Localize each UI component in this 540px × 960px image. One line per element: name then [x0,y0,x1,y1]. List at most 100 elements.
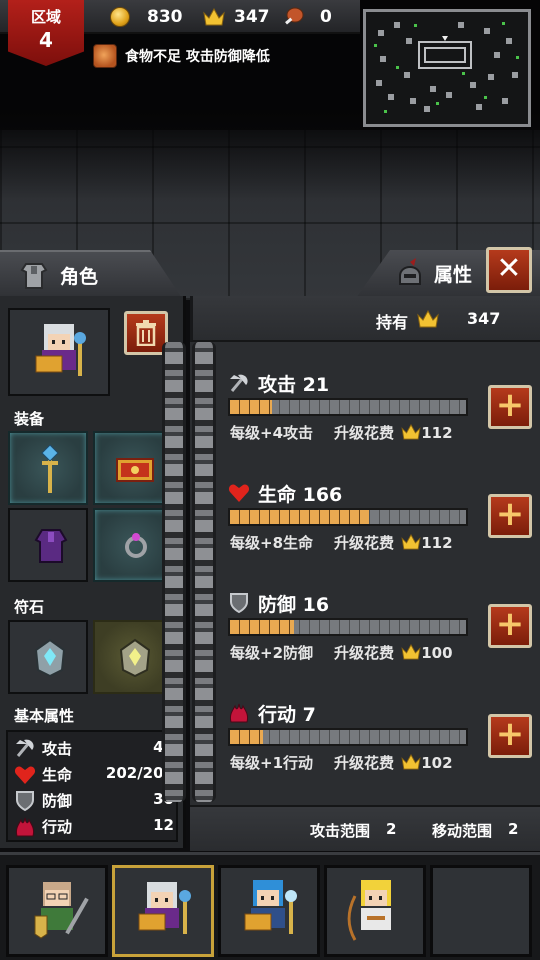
region-number: 4 [39,28,53,52]
coin-count: 830 [147,7,183,27]
attribute-progress-bar [228,508,468,526]
attribute-title: 行动 7 [258,704,316,726]
crowns-held-bar: 持有 347 [190,296,540,342]
food-count: 0 [320,7,332,27]
game-scene: 区域 4 830 347 0 食物不足 攻击防御降低 角色 属性 ✕ 装备 符石… [0,0,540,960]
chain-right [192,342,216,802]
upgrade-defense-button[interactable]: + [488,604,532,648]
tab-character-label: 角色 [60,266,99,288]
cost-value: 112 [421,534,453,552]
meat-icon [93,44,117,68]
party-slot-4[interactable] [324,865,426,957]
close-icon: ✕ [496,251,522,286]
food-warning-text: 食物不足 攻击防御降低 [125,49,270,65]
range-bar: 攻击范围 2 移动范围 2 [190,805,540,851]
heart-icon [228,484,250,502]
ring-icon [125,533,147,558]
cost-label: 升级花费 [334,534,395,552]
basic-stat-attack: 攻击 41 [14,736,174,760]
attribute-desc: 每级+8生命 [230,534,314,552]
attribute-cost: 升级花费 102 [334,752,453,773]
party-slot-3[interactable] [218,865,320,957]
rune-slot-1[interactable] [8,620,88,694]
rune-slot-2[interactable] [93,620,173,694]
crown-icon [401,644,421,660]
hero-cleric-sprite [244,880,297,934]
chain-left [162,342,186,802]
basic-stat-name: 攻击 [42,740,73,758]
basic-stat-action: 行动 12 [14,814,174,838]
attribute-progress-bar [228,728,468,746]
party-bar [0,852,540,960]
basic-stat-value: 12 [153,816,174,834]
plus-icon: + [495,494,525,534]
hold-value: 347 [467,309,501,328]
attribute-desc: 每级+2防御 [230,644,314,662]
armor-icon [20,263,48,289]
upgrade-health-button[interactable]: + [488,494,532,538]
attribute-progress-bar [228,618,468,636]
attribute-attack: 攻击 21 每级+4攻击 升级花费 112 [228,370,528,460]
party-slot-1[interactable] [6,865,108,957]
crown-icon [417,310,439,328]
attribute-cost: 升级花费 100 [334,642,453,663]
coin-icon [110,7,130,27]
spellbook-icon [116,458,154,482]
cost-label: 升级花费 [334,644,395,662]
move-range-value: 2 [508,820,519,838]
attack-range-label: 攻击范围 [310,822,371,840]
basic-stat-name: 防御 [42,792,73,810]
action-icon [16,817,34,837]
equipment-slot-armor[interactable] [8,508,88,582]
shield-icon [16,791,34,812]
cost-value: 112 [421,424,453,442]
crown-count: 347 [234,7,270,27]
shield-icon [230,593,248,614]
cost-value: 100 [421,644,453,662]
equipment-label: 装备 [14,410,45,428]
plus-icon: + [495,604,525,644]
equipment-slot-offhand[interactable] [93,431,173,505]
axe-icon [16,739,34,757]
region-label: 区域 [30,8,61,26]
party-slot-5-empty[interactable] [430,865,532,957]
hero-archer-sprite [347,880,391,941]
attribute-progress-bar [228,398,468,416]
crown-icon [401,424,421,440]
close-button[interactable]: ✕ [486,247,532,293]
crown-icon [203,8,225,26]
attribute-action: 行动 7 每级+1行动 升级花费 102 [228,700,528,790]
helmet-icon [399,258,421,285]
hero-mage-sprite [138,882,191,934]
attribute-desc: 每级+4攻击 [230,424,314,442]
crown-icon [401,754,421,770]
heart-icon [14,766,36,784]
plus-icon: + [495,385,525,425]
plus-icon: + [495,714,525,754]
crown-icon [401,534,421,550]
attribute-cost: 升级花费 112 [334,422,453,443]
attribute-title: 防御 16 [258,594,330,616]
basic-stat-defense: 防御 30 [14,788,174,812]
minimap[interactable] [363,9,531,127]
basic-stat-name: 生命 [42,766,73,784]
rune-crystal-blue-icon [34,638,66,678]
trash-icon [136,320,156,346]
move-range-label: 移动范围 [432,822,493,840]
equipment-slot-ring[interactable] [93,508,173,582]
basic-stat-health: 生命 202/202 [14,762,174,786]
hold-label: 持有 [376,313,409,332]
upgrade-action-button[interactable]: + [488,714,532,758]
basic-stats-label: 基本属性 [14,707,75,725]
party-slot-2[interactable] [112,865,214,957]
attack-range-value: 2 [386,820,397,838]
axe-icon [230,374,248,392]
hero-warrior-sprite [34,882,89,939]
tab-attributes-label: 属性 [434,264,473,286]
tab-character[interactable]: 角色 [0,250,182,298]
runes-label: 符石 [14,598,45,616]
attribute-defense: 防御 16 每级+2防御 升级花费 100 [228,590,528,680]
meat-icon [285,7,304,25]
upgrade-attack-button[interactable]: + [488,385,532,429]
equipment-slot-weapon[interactable] [8,431,88,505]
